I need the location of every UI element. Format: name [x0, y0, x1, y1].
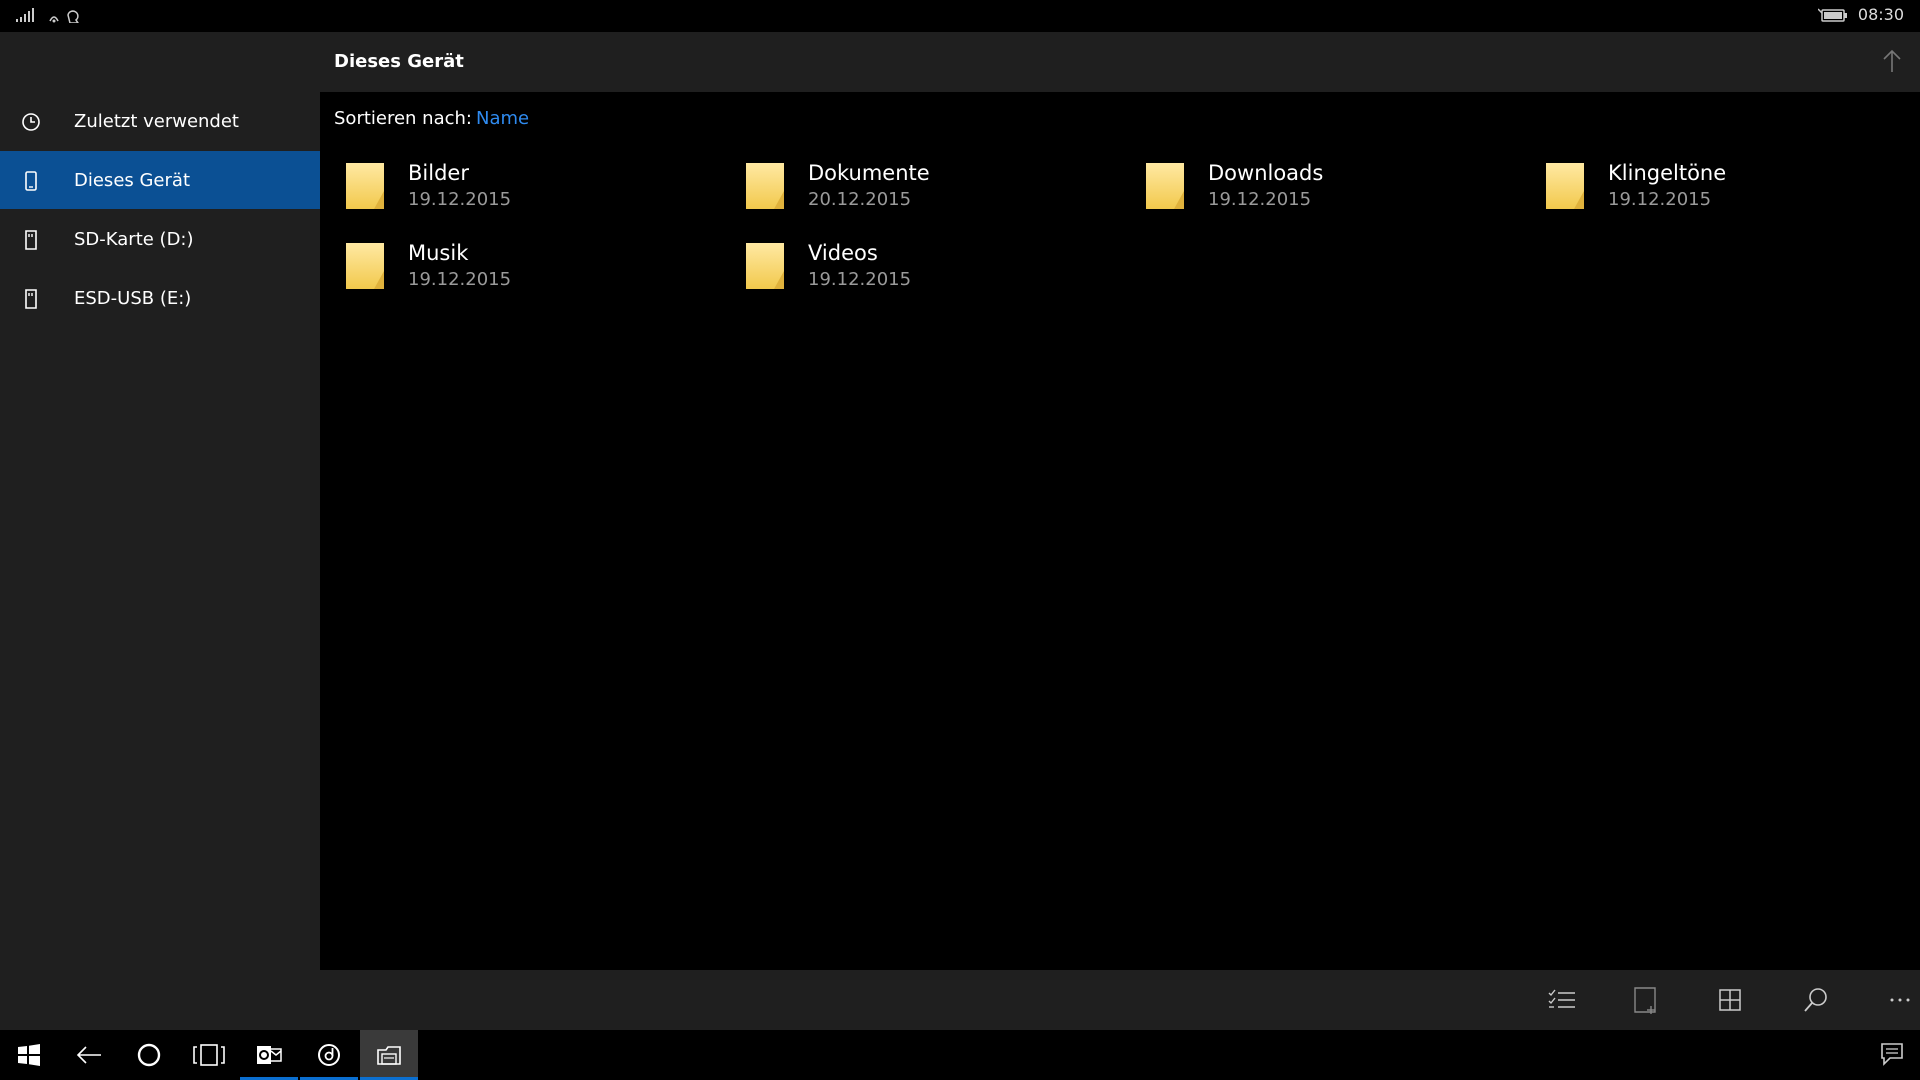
new-folder-icon	[1634, 987, 1656, 1014]
folder-date: 19.12.2015	[1608, 189, 1712, 210]
sidebar-item-esd-usb[interactable]: ESD-USB (E:)	[0, 269, 320, 327]
folder-name: Klingeltöne	[1608, 161, 1727, 185]
wifi-location-icon	[49, 10, 79, 23]
sidebar-item-label: Dieses Gerät	[74, 169, 190, 191]
select-button[interactable]	[1546, 984, 1578, 1016]
page-header: Dieses Gerät	[320, 32, 1920, 92]
back-button[interactable]	[60, 1030, 118, 1080]
folder-icon	[346, 243, 384, 289]
task-view-button[interactable]	[180, 1030, 238, 1080]
sidebar-item-label: Zuletzt verwendet	[74, 110, 239, 132]
task-view-icon	[193, 1044, 225, 1066]
folder-item[interactable]: Klingeltöne 19.12.2015	[1520, 151, 1900, 219]
taskbar	[0, 1030, 1920, 1080]
more-icon	[1890, 998, 1910, 1002]
folder-name: Musik	[408, 241, 469, 265]
groove-music-icon	[318, 1044, 340, 1066]
usb-drive-icon	[25, 289, 37, 309]
search-icon	[1804, 988, 1827, 1012]
sort-dropdown[interactable]: Name	[476, 108, 529, 129]
folder-icon	[746, 163, 784, 209]
folder-item[interactable]: Dokumente 20.12.2015	[720, 151, 1100, 219]
back-icon	[76, 1046, 101, 1064]
folder-date: 19.12.2015	[408, 269, 512, 290]
folder-name: Dokumente	[808, 161, 930, 185]
windows-start-icon	[18, 1044, 40, 1066]
sidebar-item-zuletzt-verwendet[interactable]: Zuletzt verwendet	[0, 92, 320, 150]
command-bar	[320, 970, 1920, 1030]
sidebar-item-sd-karte[interactable]: SD-Karte (D:)	[0, 210, 320, 268]
folder-icon	[746, 243, 784, 289]
new-folder-button[interactable]	[1630, 984, 1662, 1016]
signal-strength-icon	[16, 8, 34, 22]
folder-name: Downloads	[1208, 161, 1324, 185]
sidebar: Zuletzt verwendet Dieses Gerät SD-Karte …	[0, 32, 320, 1030]
outlook-icon	[257, 1046, 282, 1064]
start-button[interactable]	[0, 1030, 58, 1080]
select-list-icon	[1548, 989, 1575, 1008]
grid-view-icon	[1719, 989, 1741, 1011]
taskbar-outlook-app[interactable]	[240, 1030, 298, 1080]
main-content: Dieses Gerät Sortieren nach: Name Bilder …	[320, 32, 1920, 1030]
view-toggle-button[interactable]	[1714, 984, 1746, 1016]
folder-date: 19.12.2015	[408, 189, 512, 210]
cortana-button[interactable]	[120, 1030, 178, 1080]
up-arrow-icon[interactable]	[1880, 48, 1904, 74]
folder-icon	[346, 163, 384, 209]
sort-bar: Sortieren nach: Name	[334, 108, 529, 129]
action-center-icon	[1881, 1043, 1903, 1066]
cortana-icon	[137, 1043, 161, 1067]
folder-date: 19.12.2015	[1208, 189, 1312, 210]
folder-date: 20.12.2015	[808, 189, 912, 210]
action-center-button[interactable]	[1878, 1040, 1910, 1070]
clock-icon	[22, 113, 40, 131]
sidebar-item-label: ESD-USB (E:)	[74, 287, 192, 309]
status-bar: 08:30	[0, 0, 1920, 32]
page-title: Dieses Gerät	[334, 51, 464, 72]
folder-icon	[1546, 163, 1584, 209]
folder-date: 19.12.2015	[808, 269, 912, 290]
sidebar-item-dieses-geraet[interactable]: Dieses Gerät	[0, 151, 320, 209]
sd-card-icon	[25, 230, 37, 250]
more-button[interactable]	[1884, 984, 1916, 1016]
folder-icon	[1146, 163, 1184, 209]
search-button[interactable]	[1800, 984, 1832, 1016]
phone-icon	[25, 171, 37, 191]
sidebar-item-label: SD-Karte (D:)	[74, 228, 194, 250]
folder-name: Bilder	[408, 161, 469, 185]
folder-item[interactable]: Downloads 19.12.2015	[1120, 151, 1500, 219]
folder-item[interactable]: Bilder 19.12.2015	[320, 151, 700, 219]
file-explorer-icon	[377, 1046, 401, 1065]
folder-name: Videos	[808, 241, 878, 265]
clock: 08:30	[1857, 5, 1904, 24]
folder-item[interactable]: Musik 19.12.2015	[320, 231, 700, 299]
taskbar-file-explorer-app[interactable]	[360, 1030, 418, 1080]
battery-charging-icon	[1817, 7, 1847, 22]
sort-label: Sortieren nach:	[334, 108, 472, 129]
taskbar-groove-music-app[interactable]	[300, 1030, 358, 1080]
folder-item[interactable]: Videos 19.12.2015	[720, 231, 1100, 299]
